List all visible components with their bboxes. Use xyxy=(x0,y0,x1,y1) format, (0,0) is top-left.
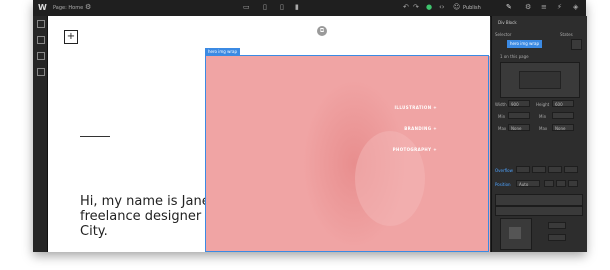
design-canvas[interactable]: + Hi, my name is Janet, and I'm a freela… xyxy=(48,16,490,252)
min-width-input[interactable] xyxy=(508,112,530,119)
max-height-label: Max xyxy=(539,126,548,131)
navigator-icon[interactable] xyxy=(37,52,45,60)
overflow-scroll-option[interactable] xyxy=(548,166,562,173)
left-toolbar xyxy=(33,16,48,252)
undo-icon[interactable]: ↶ xyxy=(403,4,409,11)
mobile-portrait-icon[interactable]: ▮ xyxy=(295,4,299,11)
position-option-1[interactable] xyxy=(544,180,554,187)
alignment-toolbar[interactable] xyxy=(495,194,583,206)
min-height-input[interactable] xyxy=(552,112,574,119)
overflow-auto-option[interactable] xyxy=(564,166,578,173)
canvas-overlay-button[interactable]: ⧉ xyxy=(317,26,327,36)
tablet-view-icon[interactable]: ▯ xyxy=(263,4,267,11)
desktop-view-icon[interactable]: ▭ xyxy=(243,4,250,11)
width-label: Width xyxy=(495,102,507,107)
width-input[interactable]: 900 xyxy=(508,100,530,107)
redo-icon[interactable]: ↷ xyxy=(413,4,419,11)
assets-icon[interactable]: ◈ xyxy=(573,4,578,11)
interactions-icon[interactable]: ⚡ xyxy=(557,4,562,11)
position-preview-inner xyxy=(509,227,521,239)
offset-bottom-input[interactable] xyxy=(548,234,566,241)
settings-icon[interactable]: ⚙ xyxy=(85,4,91,11)
pages-icon[interactable] xyxy=(37,36,45,44)
add-panel-icon[interactable] xyxy=(37,20,45,28)
padding-box[interactable] xyxy=(519,71,561,89)
nav-illustration[interactable]: ILLUSTRATION + xyxy=(395,105,437,110)
brush-icon[interactable]: ✎ xyxy=(506,4,512,11)
max-width-label: Max xyxy=(498,126,507,131)
page-selector[interactable]: Page: Home xyxy=(53,5,83,11)
selector-label: Selector xyxy=(495,32,512,37)
designer-window: W Page: Home ⚙ ▭ ▯ ▯ ▮ ↶ ↷ ● ‹› ☺ Publis… xyxy=(33,0,587,252)
style-panel: Div Block Selector States hero img wrap … xyxy=(491,16,587,252)
position-label: Position xyxy=(495,182,511,187)
overflow-hidden-option[interactable] xyxy=(532,166,546,173)
code-icon[interactable]: ‹› xyxy=(439,4,445,11)
position-select[interactable]: Auto xyxy=(516,180,540,187)
height-label: Height xyxy=(536,102,550,107)
spacing-box-model[interactable] xyxy=(500,62,580,98)
cms-icon[interactable] xyxy=(37,68,45,76)
status-icon: ● xyxy=(426,3,433,11)
selected-element-label[interactable]: hero img wrap xyxy=(205,48,240,55)
top-toolbar: W Page: Home ⚙ ▭ ▯ ▯ ▮ ↶ ↷ ● ‹› ☺ Publis… xyxy=(33,0,586,17)
nav-photography[interactable]: PHOTOGRAPHY + xyxy=(393,147,437,152)
selector-options-icon[interactable] xyxy=(571,39,582,50)
app-logo[interactable]: W xyxy=(38,3,47,12)
position-option-3[interactable] xyxy=(568,180,578,187)
divider-line xyxy=(80,136,110,137)
selector-pill[interactable]: hero img wrap xyxy=(507,40,542,48)
element-title: Div Block xyxy=(498,20,517,25)
add-button[interactable]: + xyxy=(64,30,78,44)
on-page-count: 1 on this page xyxy=(500,54,529,59)
overflow-label: Overflow xyxy=(495,168,513,173)
gear-icon[interactable]: ⚙ xyxy=(525,4,531,11)
user-icon[interactable]: ☺ xyxy=(453,4,460,11)
max-width-input[interactable]: None xyxy=(508,124,530,131)
layers-icon[interactable]: ≡ xyxy=(541,4,547,11)
min-width-label: Min xyxy=(498,114,506,119)
max-height-input[interactable]: None xyxy=(552,124,574,131)
position-option-2[interactable] xyxy=(556,180,566,187)
position-preview-box[interactable] xyxy=(500,218,532,250)
selection-outline xyxy=(205,55,489,252)
overflow-visible-option[interactable] xyxy=(516,166,530,173)
states-label[interactable]: States xyxy=(560,32,573,37)
min-height-label: Min xyxy=(539,114,547,119)
height-input[interactable]: 600 xyxy=(552,100,574,107)
typography-toolbar[interactable] xyxy=(495,206,583,216)
mobile-landscape-icon[interactable]: ▯ xyxy=(280,4,284,11)
offset-top-input[interactable] xyxy=(548,222,566,229)
publish-button[interactable]: Publish xyxy=(463,5,481,11)
nav-branding[interactable]: BRANDING + xyxy=(404,126,437,131)
